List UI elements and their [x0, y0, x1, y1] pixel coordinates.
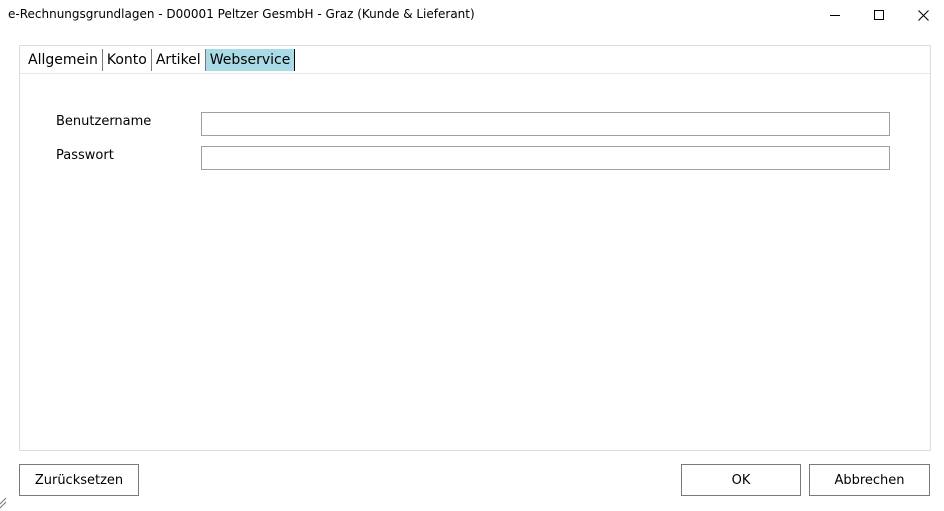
- tab-panel: Allgemein Konto Artikel Webservice Benut…: [19, 45, 931, 451]
- tab-konto[interactable]: Konto: [103, 49, 152, 71]
- minimize-button[interactable]: [812, 0, 858, 30]
- password-field[interactable]: [201, 146, 890, 170]
- maximize-icon: [874, 10, 884, 20]
- cancel-button[interactable]: Abbrechen: [809, 464, 930, 496]
- tab-strip: Allgemein Konto Artikel Webservice: [24, 49, 296, 71]
- close-button[interactable]: [900, 0, 944, 30]
- password-label: Passwort: [56, 148, 114, 163]
- ok-button[interactable]: OK: [681, 464, 801, 496]
- reset-button[interactable]: Zurücksetzen: [19, 464, 139, 496]
- minimize-icon: [830, 14, 840, 16]
- username-field[interactable]: [201, 112, 890, 136]
- close-icon: [917, 9, 929, 21]
- window-title: e-Rechnungsgrundlagen - D00001 Peltzer G…: [8, 7, 475, 21]
- tab-allgemein[interactable]: Allgemein: [24, 49, 103, 71]
- tab-artikel[interactable]: Artikel: [152, 49, 206, 71]
- dialog-window: e-Rechnungsgrundlagen - D00001 Peltzer G…: [0, 0, 944, 511]
- title-bar: e-Rechnungsgrundlagen - D00001 Peltzer G…: [0, 0, 944, 30]
- tab-divider: [20, 73, 930, 74]
- maximize-button[interactable]: [856, 0, 902, 30]
- username-label: Benutzername: [56, 114, 152, 129]
- tab-webservice[interactable]: Webservice: [205, 49, 296, 71]
- resize-grip-icon[interactable]: [0, 497, 8, 511]
